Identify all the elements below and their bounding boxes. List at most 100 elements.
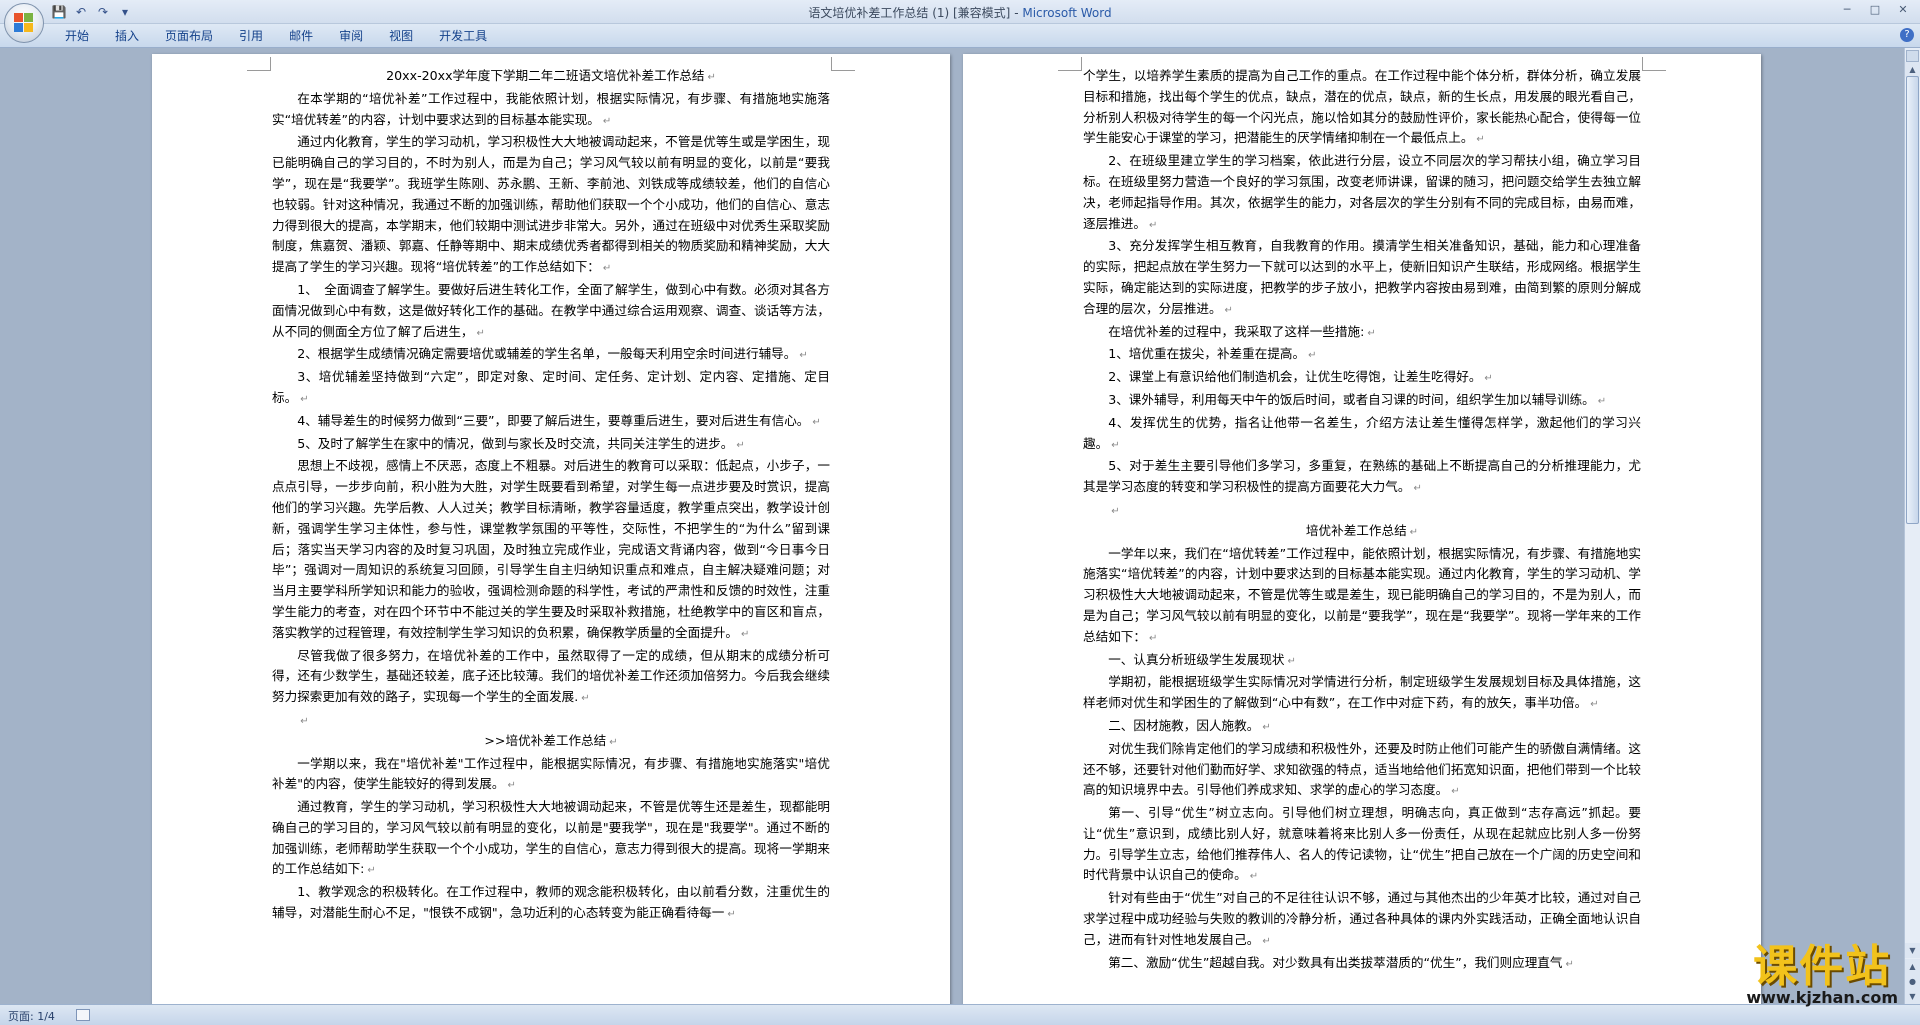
paragraph-mark-icon: ↵ xyxy=(1413,483,1422,495)
ribbon-tab[interactable]: 开发工具 xyxy=(426,28,500,44)
section-heading[interactable]: 20xx-20xx学年度下学期二年二班语文培优补差工作总结 ↵ xyxy=(272,66,830,89)
ruler-toggle-icon[interactable] xyxy=(1906,50,1919,62)
close-icon[interactable]: ✕ xyxy=(1892,2,1914,18)
paragraph-mark-icon: ↵ xyxy=(799,350,808,362)
paragraph[interactable]: 针对有些由于“优生”对自己的不足往往认识不够，通过与其他杰出的少年英才比较，通过… xyxy=(1083,888,1641,952)
paragraph-mark-icon: ↵ xyxy=(727,909,736,921)
crop-mark xyxy=(1642,57,1666,71)
paragraph-mark-icon: ↵ xyxy=(1565,958,1574,970)
paragraph-mark-icon: ↵ xyxy=(1308,350,1317,362)
paragraph[interactable]: 在本学期的“培优补差”工作过程中，我能依照计划，根据实际情况，有步骤、有措施地实… xyxy=(272,89,830,133)
paragraph[interactable]: 3、课外辅导，利用每天中午的饭后时间，或者自习课的时间，组织学生加以辅导训练。 ↵ xyxy=(1083,390,1641,413)
ribbon-tabs: 开始 插入 页面布局 引用 邮件 审阅 视图 开发工具 xyxy=(52,28,500,44)
paragraph[interactable]: 2、在班级里建立学生的学习档案，依此进行分层，设立不同层次的学习帮扶小组，确立学… xyxy=(1083,151,1641,236)
page-count[interactable]: 页面: 1/4 xyxy=(8,1008,55,1024)
paragraph-mark-icon: ↵ xyxy=(1111,439,1120,451)
paragraph-mark-icon: ↵ xyxy=(1148,219,1158,231)
paragraph[interactable]: ↵ xyxy=(1083,500,1641,521)
paragraph[interactable]: 一学年以来，我们在“培优转差”工作过程中，能依照计划，根据实际情况，有步骤、有措… xyxy=(1083,544,1641,650)
paragraph[interactable]: 1、 全面调查了解学生。要做好后进生转化工作，全面了解学生，做到心中有数。必须对… xyxy=(272,280,830,344)
ribbon-tab[interactable]: 页面布局 xyxy=(152,28,226,44)
section-heading[interactable]: >>培优补差工作总结 ↵ xyxy=(272,731,830,754)
paragraph-mark-icon: ↵ xyxy=(736,439,745,451)
window-controls: ─ □ ✕ xyxy=(1836,2,1914,18)
paragraph[interactable]: 对优生我们除肯定他们的学习成绩和积极性外，还要及时防止他们可能产生的骄傲自满情绪… xyxy=(1083,739,1641,803)
office-logo-icon xyxy=(14,13,34,33)
paragraph[interactable]: 一、认真分析班级学生发展现状 ↵ xyxy=(1083,650,1641,673)
paragraph[interactable]: 一学期以来，我在"培优补差"工作过程中，能根据实际情况，有步骤、有措施地实施落实… xyxy=(272,754,830,798)
ribbon-tab[interactable]: 邮件 xyxy=(276,28,326,44)
ribbon-tab[interactable]: 审阅 xyxy=(326,28,376,44)
paragraph[interactable]: 二、因材施教，因人施教。 ↵ xyxy=(1083,716,1641,739)
crop-mark xyxy=(1058,57,1082,71)
paragraph[interactable]: 2、根据学生成绩情况确定需要培优或辅差的学生名单，一般每天利用空余时间进行辅导。… xyxy=(272,344,830,367)
paragraph[interactable]: 4、发挥优生的优势，指名让他带一名差生，介绍方法让差生懂得怎样学，激起他们的学习… xyxy=(1083,413,1641,457)
paragraph-mark-icon: ↵ xyxy=(1367,327,1376,339)
paragraph-mark-icon: ↵ xyxy=(1262,935,1271,947)
next-page-icon[interactable]: ▼ xyxy=(1905,989,1920,1004)
paragraph-mark-icon: ↵ xyxy=(1484,373,1493,385)
paragraph-mark-icon: ↵ xyxy=(1262,721,1271,733)
paragraph[interactable]: 5、及时了解学生在家中的情况，做到与家长及时交流，共同关注学生的进步。 ↵ xyxy=(272,434,830,457)
office-button[interactable] xyxy=(4,3,44,43)
page-right-text[interactable]: 个学生，以培养学生素质的提高为自己工作的重点。在工作过程中能个体分析，群体分析，… xyxy=(1083,66,1641,975)
page-left[interactable]: 20xx-20xx学年度下学期二年二班语文培优补差工作总结 ↵ 在本学期的“培优补差… xyxy=(152,54,950,1004)
paragraph[interactable]: 在培优补差的过程中，我采取了这样一些措施: ↵ xyxy=(1083,322,1641,345)
minimize-icon[interactable]: ─ xyxy=(1836,2,1858,18)
paragraph[interactable]: 学期初，能根据班级学生实际情况对学情进行分析，制定班级学生发展规划目标及具体措施… xyxy=(1083,672,1641,716)
maximize-icon[interactable]: □ xyxy=(1864,2,1886,18)
window-title: 语文培优补差工作总结 (1) [兼容模式] - Microsoft Word xyxy=(808,6,1112,20)
help-icon[interactable]: ? xyxy=(1900,28,1914,42)
paragraph-mark-icon: ↵ xyxy=(476,327,485,339)
paragraph-mark-icon: ↵ xyxy=(707,72,716,83)
paragraph[interactable]: 尽管我做了很多努力，在培优补差的工作中，虽然取得了一定的成绩，但从期末的成绩分析… xyxy=(272,646,830,710)
paragraph[interactable]: 思想上不歧视，感情上不厌恶，态度上不粗暴。对后进生的教育可以采取：低起点，小步子… xyxy=(272,456,830,645)
vertical-scrollbar[interactable]: ▲ ▼ ▲ ● ▼ xyxy=(1904,48,1920,1004)
paragraph[interactable]: 4、辅导差生的时候努力做到“三要”，即要了解后进生，要尊重后进生，要对后进生有信… xyxy=(272,411,830,434)
document-area[interactable]: 20xx-20xx学年度下学期二年二班语文培优补差工作总结 ↵ 在本学期的“培优补差… xyxy=(0,48,1904,1004)
crop-mark xyxy=(831,57,855,71)
paragraph-mark-icon: ↵ xyxy=(812,416,821,428)
paragraph-mark-icon: ↵ xyxy=(1409,526,1419,538)
paragraph-mark-icon: ↵ xyxy=(1224,304,1233,316)
paragraph-mark-icon: ↵ xyxy=(367,865,376,877)
paragraph[interactable]: 第二、激励“优生”超越自我。对少数具有出类拔萃潜质的“优生”，我们则应理直气 ↵ xyxy=(1083,953,1641,976)
paragraph[interactable]: 2、课堂上有意识给他们制造机会，让优生吃得饱，让差生吃得好。 ↵ xyxy=(1083,367,1641,390)
paragraph-mark-icon: ↵ xyxy=(581,693,590,705)
paragraph-mark-icon: ↵ xyxy=(740,628,750,640)
proofing-icon[interactable] xyxy=(76,1009,90,1021)
status-bar: 页面: 1/4 xyxy=(0,1004,1920,1025)
paragraph[interactable]: 1、培优重在拔尖，补差重在提高。 ↵ xyxy=(1083,344,1641,367)
paragraph[interactable]: 第一、引导“优生”树立志向。引导他们树立理想，明确志向，真正做到“志存高远”抓起… xyxy=(1083,803,1641,888)
paragraph[interactable]: 3、培优辅差坚持做到“六定”，即定对象、定时间、定任务、定计划、定内容、定措施、… xyxy=(272,367,830,411)
paragraph-mark-icon: ↵ xyxy=(1476,134,1485,146)
scroll-thumb[interactable] xyxy=(1906,76,1919,524)
paragraph[interactable]: 通过教育，学生的学习动机，学习积极性大大地被调动起来，不管是优等生还是差生，现都… xyxy=(272,797,830,882)
document-title: 语文培优补差工作总结 (1) [兼容模式] xyxy=(808,6,1011,20)
paragraph-mark-icon: ↵ xyxy=(507,780,516,792)
paragraph[interactable]: 通过内化教育，学生的学习动机，学习积极性大大地被调动起来，不管是优等生或是学困生… xyxy=(272,132,830,280)
paragraph[interactable]: 3、充分发挥学生相互教育，自我教育的作用。摸清学生相关准备知识，基础，能力和心理… xyxy=(1083,236,1641,321)
ribbon-tab-bar: 开始 插入 页面布局 引用 邮件 审阅 视图 开发工具 ? xyxy=(0,24,1920,48)
paragraph-mark-icon: ↵ xyxy=(1148,632,1158,644)
paragraph-mark-icon: ↵ xyxy=(1287,655,1296,667)
ribbon-tab[interactable]: 插入 xyxy=(102,28,152,44)
page-right[interactable]: 个学生，以培养学生素质的提高为自己工作的重点。在工作过程中能个体分析，群体分析，… xyxy=(963,54,1761,1004)
ribbon-tab[interactable]: 视图 xyxy=(376,28,426,44)
paragraph-mark-icon: ↵ xyxy=(602,263,612,275)
paragraph-mark-icon: ↵ xyxy=(1249,871,1259,883)
scroll-down-icon[interactable]: ▼ xyxy=(1905,943,1920,958)
previous-page-icon[interactable]: ▲ xyxy=(1905,959,1920,974)
select-browse-object-icon[interactable]: ● xyxy=(1905,974,1920,989)
section-heading[interactable]: 培优补差工作总结 ↵ xyxy=(1083,521,1641,544)
paragraph-mark-icon: ↵ xyxy=(1451,786,1460,798)
scroll-up-icon[interactable]: ▲ xyxy=(1905,62,1920,77)
ribbon-tab[interactable]: 开始 xyxy=(52,28,102,44)
paragraph[interactable]: 个学生，以培养学生素质的提高为自己工作的重点。在工作过程中能个体分析，群体分析，… xyxy=(1083,66,1641,151)
ribbon-tab[interactable]: 引用 xyxy=(226,28,276,44)
paragraph[interactable]: 1、教学观念的积极转化。在工作过程中，教师的观念能积极转化，由以前看分数，注重优… xyxy=(272,882,830,926)
paragraph[interactable]: ↵ xyxy=(272,710,830,731)
paragraph[interactable]: 5、对于差生主要引导他们多学习，多重复，在熟练的基础上不断提高自己的分析推理能力… xyxy=(1083,456,1641,500)
app-name: Microsoft Word xyxy=(1022,6,1112,20)
page-left-text[interactable]: 20xx-20xx学年度下学期二年二班语文培优补差工作总结 ↵ 在本学期的“培优补差… xyxy=(272,66,830,926)
